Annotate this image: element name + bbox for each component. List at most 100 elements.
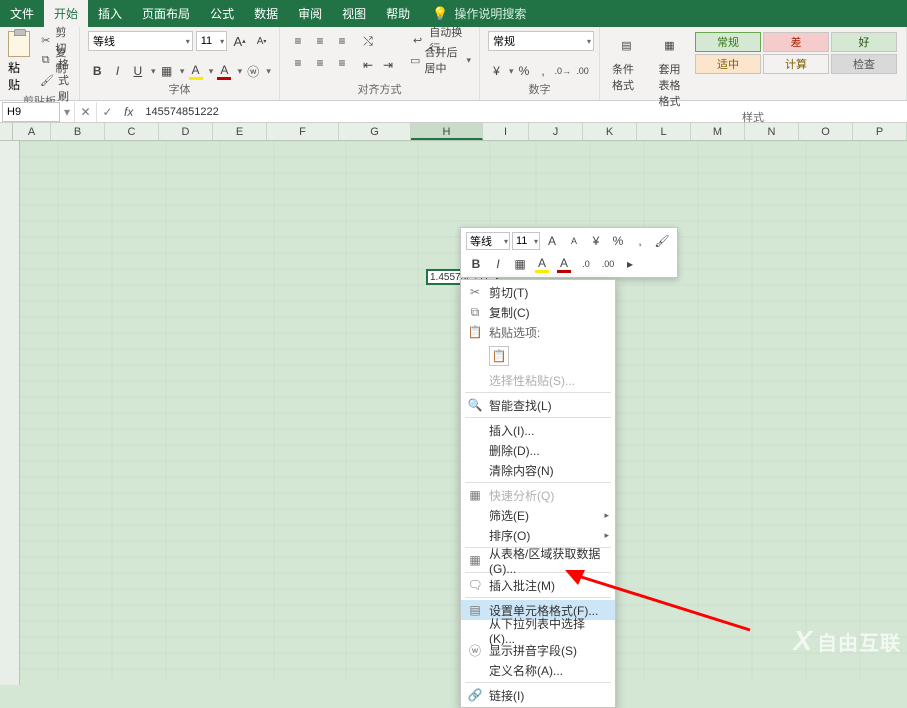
row-header[interactable]	[0, 397, 20, 413]
ctx-insert[interactable]: 插入(I)...	[461, 420, 615, 440]
mini-thousands[interactable]: ,	[630, 231, 650, 251]
row-header[interactable]	[0, 237, 20, 253]
mini-painter[interactable]: 🖌	[652, 231, 672, 251]
col-header-H[interactable]: H	[411, 123, 483, 140]
row-header[interactable]	[0, 637, 20, 653]
ctx-link[interactable]: 🔗链接(I)	[461, 685, 615, 705]
shrink-font-button[interactable]: A▾	[252, 31, 271, 51]
col-header-J[interactable]: J	[529, 123, 583, 140]
merge-button[interactable]: ▭合并后居中▾	[410, 51, 471, 69]
border-button[interactable]: ▦	[158, 61, 176, 81]
mini-grow-font[interactable]: A	[542, 231, 562, 251]
ctx-smart-lookup[interactable]: 🔍智能查找(L)	[461, 395, 615, 415]
tab-home[interactable]: 开始	[44, 0, 88, 27]
mini-font-select[interactable]: 等线▾	[466, 232, 510, 250]
row-header[interactable]	[0, 477, 20, 493]
row-header[interactable]	[0, 157, 20, 173]
mini-currency[interactable]: ¥	[586, 231, 606, 251]
bold-button[interactable]: B	[88, 61, 106, 81]
col-header-I[interactable]: I	[483, 123, 529, 140]
tab-data[interactable]: 数据	[244, 0, 288, 27]
mini-dec-inc[interactable]: .0	[576, 254, 596, 274]
font-color-button[interactable]: A	[215, 61, 233, 81]
row-header[interactable]	[0, 205, 20, 221]
col-header-D[interactable]: D	[159, 123, 213, 140]
align-bottom-button[interactable]: ≡	[332, 31, 352, 51]
ctx-phonetic[interactable]: ⓦ显示拼音字段(S)	[461, 640, 615, 660]
row-header[interactable]	[0, 653, 20, 669]
tab-help[interactable]: 帮助	[376, 0, 420, 27]
painter-button[interactable]: 🖌格式刷	[40, 71, 71, 89]
ctx-sort[interactable]: 排序(O)▸	[461, 525, 615, 545]
mini-more[interactable]: ▸	[620, 254, 640, 274]
row-header[interactable]	[0, 317, 20, 333]
row-header[interactable]	[0, 605, 20, 621]
number-format-select[interactable]: 常规▾	[488, 31, 594, 51]
font-name-select[interactable]: 等线▾	[88, 31, 193, 51]
align-left-button[interactable]: ≡	[288, 53, 308, 73]
accept-formula-button[interactable]: ✓	[96, 102, 118, 122]
col-header-M[interactable]: M	[691, 123, 745, 140]
style-normal[interactable]: 常规	[695, 32, 761, 52]
row-header[interactable]	[0, 525, 20, 541]
thousands-button[interactable]: ,	[535, 61, 552, 81]
style-bad[interactable]: 差	[763, 32, 829, 52]
style-check[interactable]: 检查	[831, 54, 897, 74]
fill-color-button[interactable]: A	[186, 61, 204, 81]
ctx-copy[interactable]: ⧉复制(C)	[461, 302, 615, 322]
align-top-button[interactable]: ≡	[288, 31, 308, 51]
row-header[interactable]	[0, 461, 20, 477]
row-header[interactable]	[0, 173, 20, 189]
select-all-corner[interactable]	[0, 123, 13, 140]
col-header-P[interactable]: P	[853, 123, 907, 140]
row-header[interactable]	[0, 221, 20, 237]
style-neutral[interactable]: 适中	[695, 54, 761, 74]
row-header[interactable]	[0, 573, 20, 589]
indent-more-button[interactable]: ⇥	[378, 55, 398, 75]
row-header[interactable]	[0, 557, 20, 573]
row-header[interactable]	[0, 253, 20, 269]
phonetic-button[interactable]: ⓦ	[244, 61, 262, 81]
ctx-clear[interactable]: 清除内容(N)	[461, 460, 615, 480]
col-header-C[interactable]: C	[105, 123, 159, 140]
chevron-down-icon[interactable]: ▾	[238, 66, 243, 77]
conditional-format-button[interactable]: ▤ 条件格式	[608, 31, 645, 93]
font-size-select[interactable]: 11▾	[196, 31, 227, 51]
tab-layout[interactable]: 页面布局	[132, 0, 200, 27]
row-header[interactable]	[0, 333, 20, 349]
ctx-filter[interactable]: 筛选(E)▸	[461, 505, 615, 525]
row-header[interactable]	[0, 589, 20, 605]
mini-percent[interactable]: %	[608, 231, 628, 251]
col-header-E[interactable]: E	[213, 123, 267, 140]
col-header-N[interactable]: N	[745, 123, 799, 140]
paste-button[interactable]: 粘贴	[8, 31, 34, 93]
row-header[interactable]	[0, 413, 20, 429]
row-header[interactable]	[0, 349, 20, 365]
table-format-button[interactable]: ▦ 套用 表格格式	[651, 31, 688, 109]
row-header[interactable]	[0, 429, 20, 445]
col-header-O[interactable]: O	[799, 123, 853, 140]
decrease-decimal-button[interactable]: .00	[574, 61, 591, 81]
mini-italic[interactable]: I	[488, 254, 508, 274]
ctx-delete[interactable]: 删除(D)...	[461, 440, 615, 460]
col-header-K[interactable]: K	[583, 123, 637, 140]
percent-button[interactable]: %	[516, 61, 533, 81]
orientation-button[interactable]: ⤭	[358, 31, 378, 51]
chevron-down-icon[interactable]: ▾	[151, 66, 156, 77]
col-header-A[interactable]: A	[13, 123, 51, 140]
ctx-cut[interactable]: ✂剪切(T)	[461, 282, 615, 302]
ctx-dropdown-pick[interactable]: 从下拉列表中选择(K)...	[461, 620, 615, 640]
style-good[interactable]: 好	[831, 32, 897, 52]
col-header-F[interactable]: F	[267, 123, 339, 140]
chevron-down-icon[interactable]: ▾	[209, 66, 214, 77]
row-header[interactable]	[0, 493, 20, 509]
row-header[interactable]	[0, 141, 20, 157]
mini-border[interactable]: ▦	[510, 254, 530, 274]
row-header[interactable]	[0, 269, 20, 285]
row-header[interactable]	[0, 381, 20, 397]
insert-function-button[interactable]: fx	[118, 105, 139, 119]
ctx-get-table-data[interactable]: ▦从表格/区域获取数据(G)...	[461, 550, 615, 570]
style-calc[interactable]: 计算	[763, 54, 829, 74]
increase-decimal-button[interactable]: .0→	[553, 61, 572, 81]
cancel-formula-button[interactable]: ✕	[74, 102, 96, 122]
